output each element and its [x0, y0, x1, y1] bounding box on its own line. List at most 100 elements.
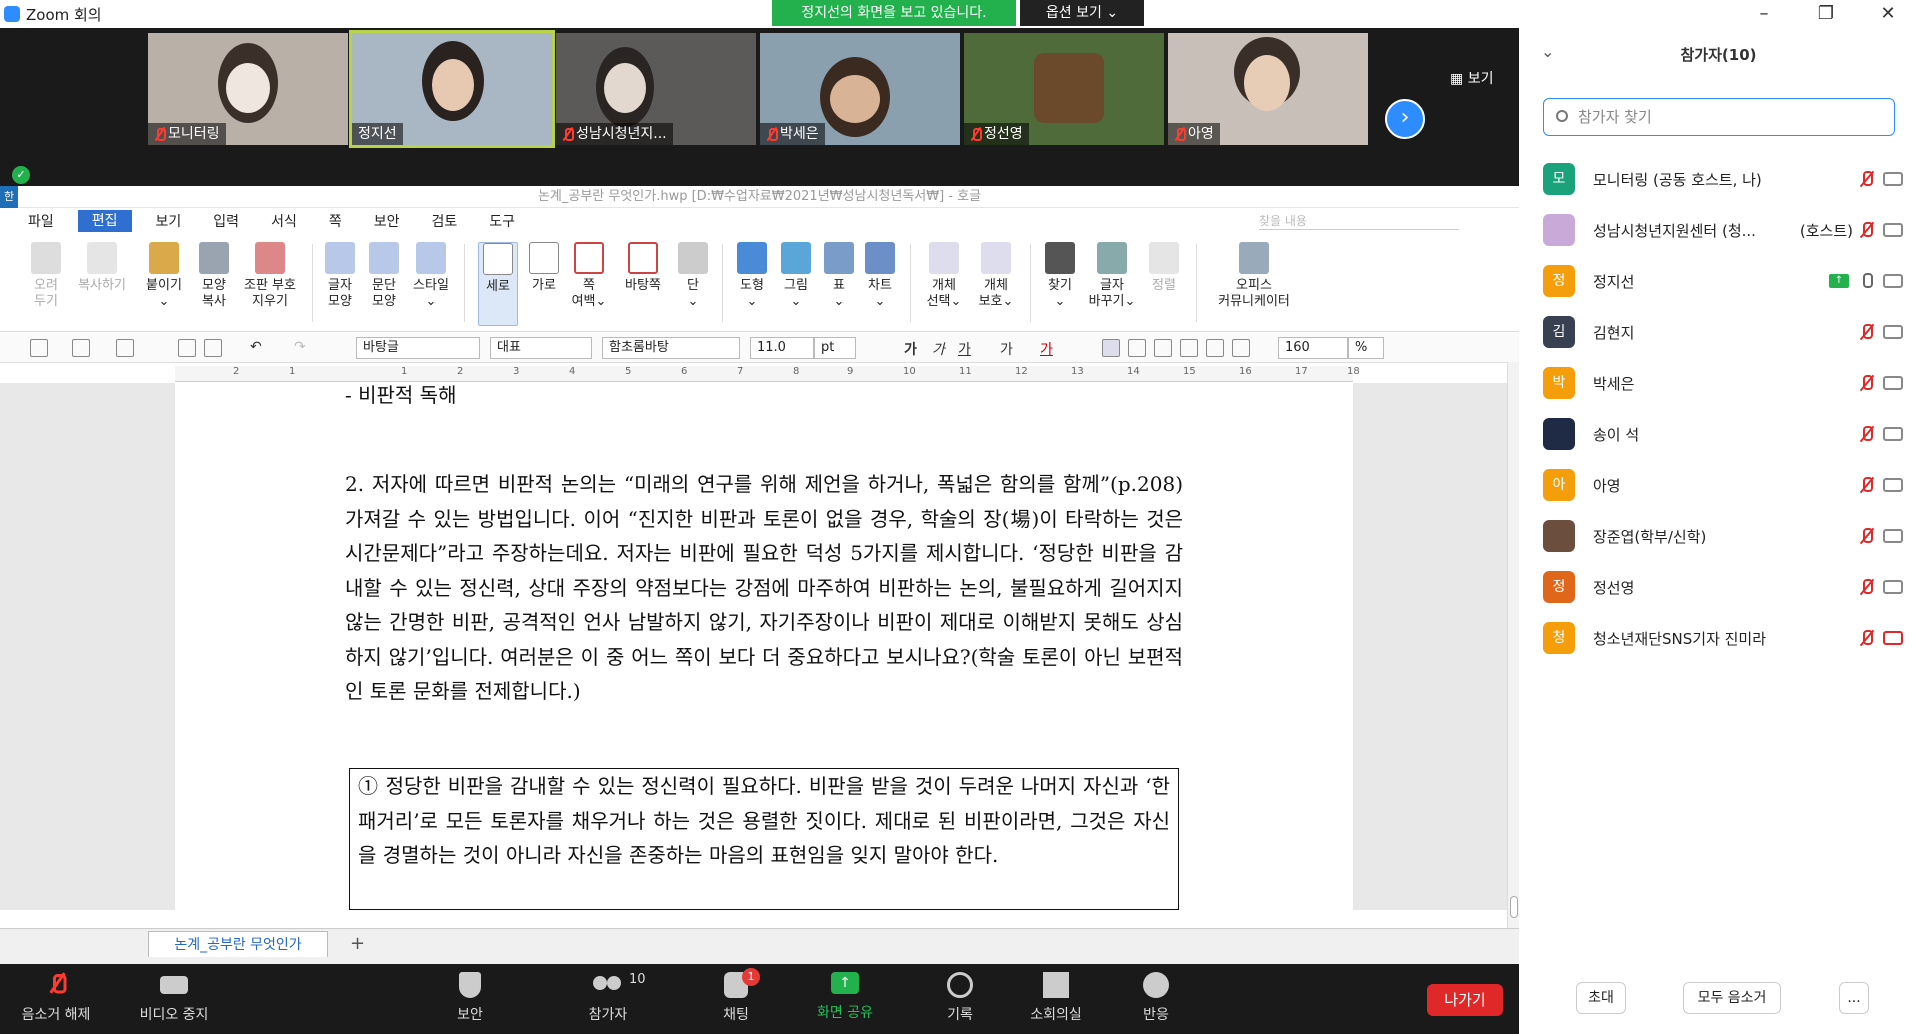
participant-row[interactable]: 장준엽(학부/신학) — [1543, 518, 1903, 554]
participant-row[interactable]: 박 박세은 — [1543, 365, 1903, 401]
landscape-button[interactable]: 가로 — [524, 242, 564, 294]
video-tile[interactable]: 모니터링 — [148, 33, 348, 145]
vertical-scrollbar[interactable] — [1507, 362, 1519, 962]
next-page-arrow-icon[interactable]: › — [1385, 99, 1425, 139]
menu-file[interactable]: 파일 — [0, 211, 70, 231]
document-page[interactable]: - 비판적 독해 2. 저자에 따르면 비판적 논의는 “미래의 연구를 위해 … — [175, 383, 1353, 910]
menu-edit[interactable]: 편집 — [77, 210, 132, 232]
cut-button[interactable]: 오려 두기 — [28, 242, 64, 310]
select-object-button[interactable]: 개체 선택⌄ — [922, 242, 966, 310]
horizontal-ruler[interactable]: 2 1 1 2 3 4 5 6 7 8 9 10 11 12 13 14 15 … — [175, 366, 1360, 382]
font-select[interactable]: 함초롬바탕 — [602, 337, 740, 359]
protect-object-button[interactable]: 개체 보호⌄ — [974, 242, 1018, 310]
para-shape-button[interactable]: 문단 모양 — [366, 242, 402, 310]
zoom-input[interactable]: 160 — [1278, 337, 1348, 359]
underline-icon[interactable]: 가 — [958, 339, 971, 359]
office-communicator-button[interactable]: 오피스 커뮤니케이터 — [1210, 242, 1298, 310]
participant-row[interactable]: 정 정선영 — [1543, 569, 1903, 605]
align-distribute-icon[interactable] — [1206, 339, 1224, 357]
video-tile[interactable]: 아영 — [1168, 33, 1368, 145]
record-button[interactable]: 기록 — [940, 972, 980, 1024]
clear-marks-button[interactable]: 조판 부호 지우기 — [238, 242, 302, 310]
menu-insert[interactable]: 입력 — [197, 211, 255, 231]
align-right-icon[interactable] — [1180, 339, 1198, 357]
print-icon[interactable] — [178, 339, 196, 357]
find-button[interactable]: 찾기 ⌄ — [1042, 242, 1078, 310]
view-options-button[interactable]: 옵션 보기 ⌄ — [1020, 0, 1144, 26]
participant-row[interactable]: 모 모니터링 (공동 호스트, 나) — [1543, 161, 1903, 197]
margin-button[interactable]: 쪽 여백⌄ — [568, 242, 610, 310]
document-tab[interactable]: 논계_공부란 무엇인가 — [148, 931, 328, 957]
participant-row[interactable]: 송이 석 — [1543, 416, 1903, 452]
participant-row[interactable]: 정 정지선 ↑ — [1543, 263, 1903, 299]
participant-row[interactable]: 성남시청년지원센터 (청... (호스트) — [1543, 212, 1903, 248]
video-tile[interactable]: 성남시청년지... — [556, 33, 756, 145]
style-select[interactable]: 바탕글 — [356, 337, 480, 359]
participants-button[interactable]: 10 참가자 — [578, 972, 646, 1024]
table-button[interactable]: 표 ⌄ — [822, 242, 856, 310]
open-folder-icon[interactable] — [72, 339, 90, 357]
unmute-button[interactable]: 음소거 해제 — [14, 972, 98, 1024]
portrait-button[interactable]: 세로 — [478, 242, 518, 326]
font-color-icon[interactable]: 가 — [1040, 339, 1053, 359]
stop-video-button[interactable]: 비디오 중지 — [132, 972, 216, 1024]
mute-all-button[interactable]: 모두 음소거 — [1683, 982, 1781, 1014]
menu-page[interactable]: 쪽 — [313, 211, 358, 231]
close-icon[interactable]: ✕ — [1862, 0, 1914, 28]
security-button[interactable]: 보안 — [450, 972, 490, 1024]
columns-button[interactable]: 단 ⌄ — [676, 242, 710, 310]
scroll-thumb[interactable] — [1510, 896, 1518, 918]
chart-button[interactable]: 차트 ⌄ — [862, 242, 898, 310]
replace-button[interactable]: 글자 바꾸기⌄ — [1086, 242, 1138, 310]
char-shape-button[interactable]: 글자 모양 — [322, 242, 358, 310]
gallery-view-button[interactable]: ▦ 보기 — [1450, 68, 1493, 88]
paste-button[interactable]: 붙이기 ⌄ — [142, 242, 186, 310]
align-justify-icon[interactable] — [1102, 339, 1120, 357]
font-size-input[interactable]: 11.0 — [750, 337, 814, 359]
participant-row[interactable]: 김 김현지 — [1543, 314, 1903, 350]
italic-icon[interactable]: 가 — [932, 339, 945, 359]
menu-review[interactable]: 검토 — [415, 211, 473, 231]
menu-tools[interactable]: 도구 — [473, 211, 531, 231]
picture-button[interactable]: 그림 ⌄ — [778, 242, 814, 310]
align-center-icon[interactable] — [1154, 339, 1172, 357]
copy-button[interactable]: 복사하기 — [70, 242, 134, 294]
menu-view[interactable]: 보기 — [140, 211, 198, 231]
font-unit-select[interactable]: pt — [814, 337, 856, 359]
shape-button[interactable]: 도형 ⌄ — [734, 242, 770, 310]
preview-icon[interactable] — [204, 339, 222, 357]
restore-icon[interactable]: ❐ — [1800, 0, 1852, 28]
reactions-button[interactable]: 반응 — [1138, 972, 1174, 1024]
style-button[interactable]: 스타일 ⌄ — [408, 242, 454, 310]
leave-button[interactable]: 나가기 — [1427, 984, 1503, 1016]
save-icon[interactable] — [116, 339, 134, 357]
align-split-icon[interactable] — [1232, 339, 1250, 357]
align-left-icon[interactable] — [1128, 339, 1146, 357]
minimize-icon[interactable]: – — [1738, 0, 1790, 28]
participant-row[interactable]: 아 아영 — [1543, 467, 1903, 503]
chat-button[interactable]: 1 채팅 — [716, 968, 760, 1024]
breakout-rooms-button[interactable]: 소회의실 — [1026, 972, 1086, 1024]
share-screen-button[interactable]: ↑ 화면 공유 — [810, 972, 880, 1022]
undo-icon[interactable]: ↶ — [250, 339, 262, 355]
new-doc-icon[interactable] — [30, 339, 48, 357]
language-select[interactable]: 대표 — [490, 337, 592, 359]
video-tile[interactable]: 박세은 — [760, 33, 960, 145]
more-options-button[interactable]: ... — [1839, 982, 1869, 1014]
strikethrough-icon[interactable]: 가 — [1000, 339, 1013, 359]
menu-search-input[interactable]: 찾을 내용 — [1259, 212, 1459, 230]
menu-format[interactable]: 서식 — [255, 211, 313, 231]
participant-search-input[interactable]: 참가자 찾기 — [1543, 98, 1895, 136]
video-tile-active-speaker[interactable]: 정지선 — [349, 30, 555, 148]
master-page-button[interactable]: 바탕쪽 — [618, 242, 668, 294]
menu-security[interactable]: 보안 — [358, 211, 416, 231]
invite-button[interactable]: 초대 — [1576, 982, 1626, 1014]
redo-icon[interactable]: ↷ — [294, 339, 306, 355]
bold-icon[interactable]: 가 — [904, 339, 917, 359]
video-tile[interactable]: 정선영 — [964, 33, 1164, 145]
participant-row[interactable]: 청 청소년재단SNS기자 진미라 — [1543, 620, 1903, 656]
format-painter-button[interactable]: 모양 복사 — [194, 242, 234, 310]
add-tab-button[interactable]: + — [350, 933, 365, 954]
sort-button[interactable]: 정렬 — [1146, 242, 1182, 294]
zoom-unit[interactable]: % — [1348, 337, 1384, 359]
